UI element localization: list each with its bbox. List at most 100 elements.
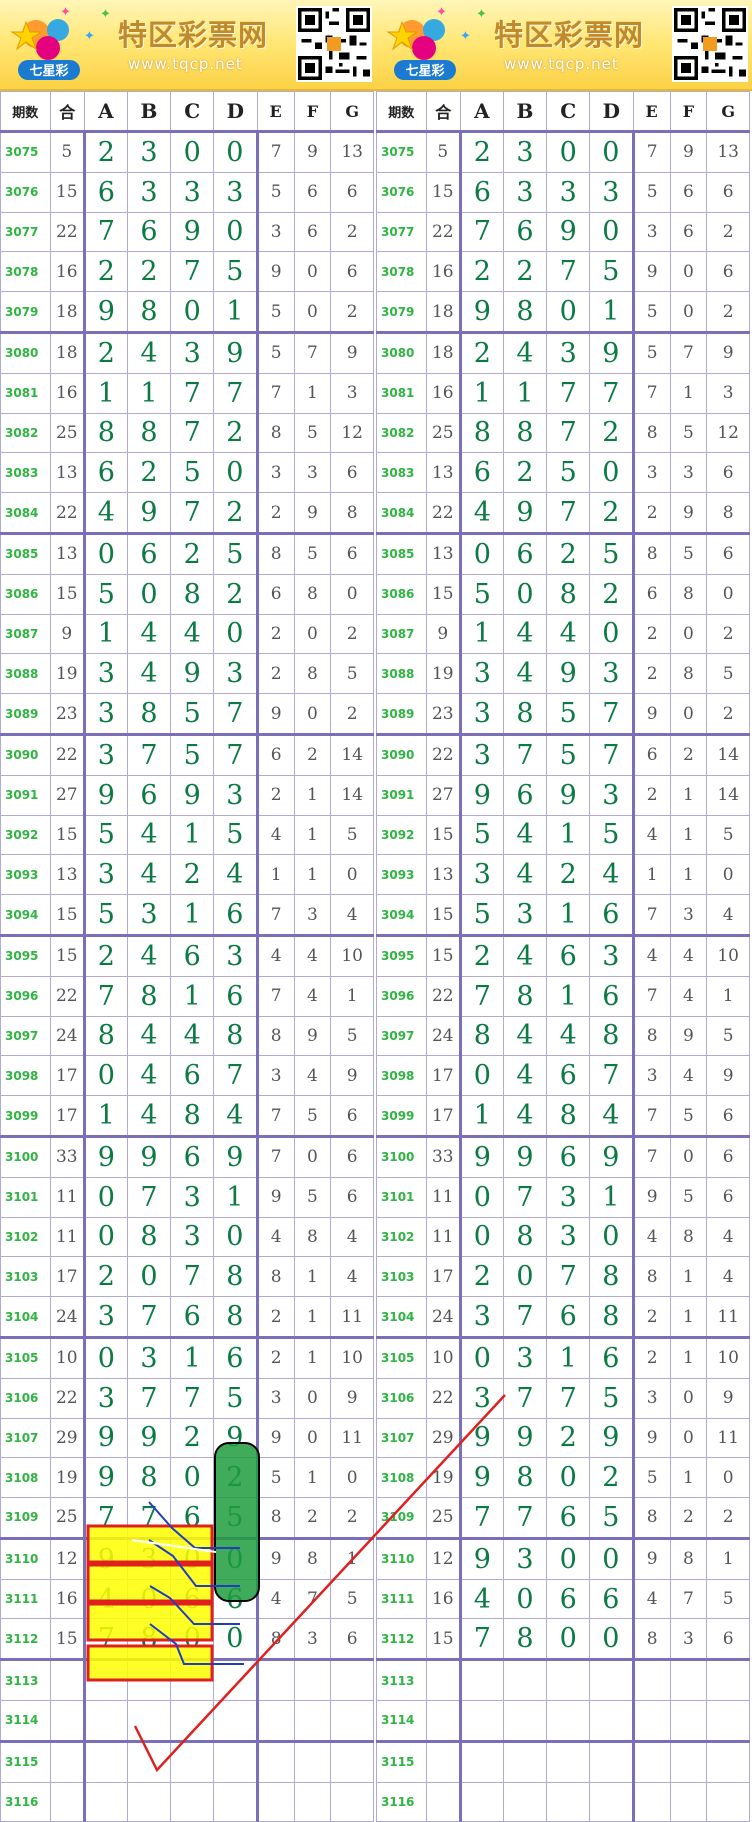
- digit-cell-a: 0: [459, 531, 504, 575]
- digit-cell-g: 0: [330, 1457, 374, 1499]
- digit-cell-c: 4: [546, 1015, 590, 1057]
- sum-cell: 15: [49, 814, 86, 856]
- digit-cell-a: 3: [83, 1296, 128, 1338]
- digit-cell-c: 2: [546, 531, 590, 575]
- digit-cell-d: 9: [212, 330, 258, 374]
- digit-cell-d: 9: [212, 1134, 258, 1178]
- digit-cell-b: 2: [502, 452, 548, 494]
- sum-cell: 16: [425, 251, 462, 293]
- digit-cell-b: 6: [126, 774, 172, 816]
- table-row: 3078 16 2 2 7 5 9 0 6: [376, 251, 750, 293]
- digit-cell-b: 3: [502, 171, 548, 213]
- table-row: 3077 22 7 6 9 0 3 6 2: [0, 211, 374, 253]
- digit-cell-g: 6: [706, 1618, 750, 1661]
- digit-cell-c: 6: [170, 1497, 214, 1539]
- digit-cell-c: 7: [170, 372, 214, 414]
- sum-cell: 15: [425, 573, 462, 615]
- issue-number-cell: 3111: [376, 1578, 427, 1620]
- digit-cell-f: 2: [669, 732, 708, 776]
- digit-cell-a: [83, 1700, 128, 1742]
- sum-cell: [425, 1700, 462, 1742]
- table-row: 3086 15 5 0 8 2 6 8 0: [0, 573, 374, 615]
- issue-number-cell: 3111: [0, 1578, 51, 1620]
- digit-cell-d: 6: [212, 1335, 258, 1379]
- table-row: 3111 16 4 0 6 6 4 7 5: [376, 1578, 750, 1620]
- digit-cell-c: 0: [546, 131, 590, 173]
- digit-cell-a: 6: [83, 171, 128, 213]
- digit-cell-c: [170, 1781, 214, 1822]
- digit-cell-f: 8: [293, 653, 332, 695]
- issue-number-cell: 3100: [376, 1134, 427, 1178]
- issue-number-cell: 3092: [0, 814, 51, 856]
- digit-cell-f: 0: [669, 1417, 708, 1459]
- digit-cell-b: 4: [126, 330, 172, 374]
- digit-cell-d: 6: [588, 1578, 634, 1620]
- digit-cell-c: 3: [170, 330, 214, 374]
- digit-cell-g: 14: [330, 774, 374, 816]
- issue-number-cell: 3095: [0, 933, 51, 977]
- digit-cell-g: 1: [706, 1536, 750, 1580]
- digit-cell-c: 3: [546, 1176, 590, 1218]
- digit-cell-a: 9: [459, 774, 504, 816]
- digit-cell-a: 9: [459, 1134, 504, 1178]
- digit-cell-g: 5: [330, 1015, 374, 1057]
- sum-cell: 19: [49, 1457, 86, 1499]
- digit-cell-f: 4: [293, 975, 332, 1017]
- digit-cell-c: 7: [546, 492, 590, 534]
- digit-cell-d: 3: [588, 933, 634, 977]
- issue-number-cell: 3104: [0, 1296, 51, 1338]
- table-row: 3079 18 9 8 0 1 5 0 2: [0, 291, 374, 333]
- digit-cell-c: 6: [546, 1134, 590, 1178]
- digit-cell-c: 6: [170, 1055, 214, 1097]
- digit-cell-f: 5: [669, 1095, 708, 1137]
- sum-cell: 27: [49, 774, 86, 816]
- sum-cell: 22: [49, 732, 86, 776]
- digit-cell-f: [669, 1700, 708, 1742]
- digit-cell-g: 4: [330, 1216, 374, 1258]
- digit-cell-f: 1: [669, 372, 708, 414]
- digit-cell-e: 5: [255, 171, 295, 213]
- digit-cell-b: 8: [502, 975, 548, 1017]
- header-col-a: A: [84, 91, 128, 133]
- digit-cell-f: 4: [669, 1055, 708, 1097]
- digit-cell-a: 6: [459, 171, 504, 213]
- table-row: 3106 22 3 7 7 5 3 0 9: [0, 1377, 374, 1419]
- digit-cell-f: 3: [669, 452, 708, 494]
- sum-cell: 17: [425, 1055, 462, 1097]
- sum-cell: 12: [49, 1536, 86, 1580]
- digit-cell-c: 8: [170, 573, 214, 615]
- digit-cell-c: 3: [170, 171, 214, 213]
- digit-cell-e: 3: [255, 452, 295, 494]
- table-row: 3096 22 7 8 1 6 7 4 1: [0, 975, 374, 1017]
- digit-cell-a: 1: [459, 1095, 504, 1137]
- sum-cell: 33: [425, 1134, 462, 1178]
- digit-cell-b: 4: [502, 814, 548, 856]
- digit-cell-d: 3: [212, 774, 258, 816]
- digit-cell-b: 4: [126, 1055, 172, 1097]
- issue-number-cell: 3108: [0, 1457, 51, 1499]
- sum-cell: 13: [49, 452, 86, 494]
- sum-cell: 11: [425, 1216, 462, 1258]
- digit-cell-a: 7: [83, 211, 128, 253]
- digit-cell-d: 0: [212, 211, 258, 253]
- digit-cell-d: 6: [212, 894, 258, 936]
- digit-cell-b: 3: [502, 894, 548, 936]
- digit-cell-g: 1: [706, 975, 750, 1017]
- digit-cell-d: 5: [212, 1497, 258, 1539]
- digit-cell-b: 7: [126, 1176, 172, 1218]
- issue-number-cell: 3107: [0, 1417, 51, 1459]
- digit-cell-g: 10: [330, 933, 374, 977]
- digit-cell-d: 8: [212, 1296, 258, 1338]
- digit-cell-g: 13: [706, 131, 750, 173]
- digit-cell-d: [588, 1781, 634, 1822]
- issue-number-cell: 3093: [0, 854, 51, 896]
- digit-cell-f: 8: [293, 1216, 332, 1258]
- digit-cell-d: 9: [588, 330, 634, 374]
- header-col-c: C: [546, 91, 590, 133]
- digit-cell-d: 4: [212, 854, 258, 896]
- table-row: 3102 11 0 8 3 0 4 8 4: [376, 1216, 750, 1258]
- sum-cell: [49, 1658, 86, 1702]
- digit-cell-d: 0: [212, 613, 258, 655]
- digit-cell-e: [631, 1781, 671, 1822]
- digit-cell-d: 0: [588, 211, 634, 253]
